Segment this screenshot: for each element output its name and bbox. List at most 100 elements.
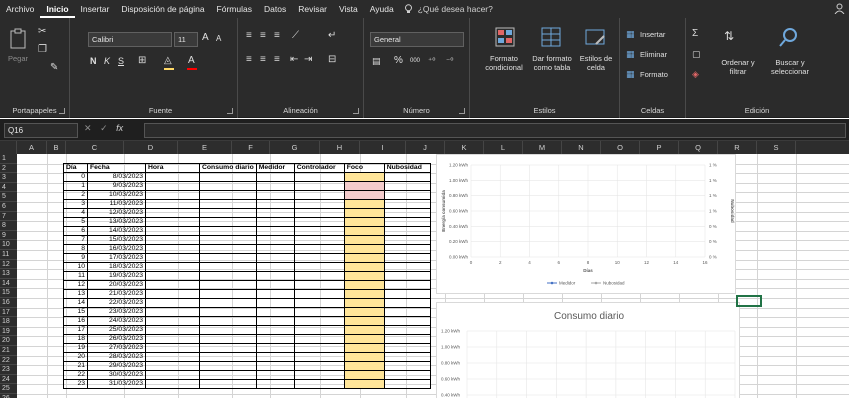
cell-dia[interactable]: 18 <box>63 334 88 344</box>
table-cell[interactable] <box>293 280 345 290</box>
cell-area[interactable]: Día Fecha Hora Consumo diario Medidor Co… <box>17 154 849 398</box>
format-as-table-icon[interactable] <box>540 26 562 48</box>
table-cell[interactable] <box>145 325 200 335</box>
table-cell[interactable] <box>293 298 345 308</box>
table-cell[interactable] <box>293 325 345 335</box>
cell-foco[interactable] <box>343 226 385 236</box>
table-cell[interactable] <box>145 307 200 317</box>
grow-font-button[interactable]: A <box>202 32 209 43</box>
cell-dia[interactable]: 6 <box>63 226 88 236</box>
format-cells-icon[interactable]: ▦ <box>626 68 635 80</box>
table-cell[interactable] <box>293 352 345 362</box>
table-cell[interactable] <box>145 334 200 344</box>
align-right-icon[interactable]: ≡ <box>274 54 280 66</box>
cell-fecha[interactable]: 25/03/2023 <box>87 325 146 335</box>
table-cell[interactable] <box>383 316 431 326</box>
table-cell[interactable] <box>199 361 257 371</box>
align-center-icon[interactable]: ≡ <box>260 54 266 66</box>
cell-foco[interactable] <box>343 199 385 209</box>
table-cell[interactable] <box>255 208 295 218</box>
clear-icon[interactable]: ◈ <box>692 68 699 80</box>
table-cell[interactable] <box>383 334 431 344</box>
table-cell[interactable] <box>145 289 200 299</box>
column-header-f[interactable]: F <box>232 141 270 154</box>
cell-dia[interactable]: 11 <box>63 271 88 281</box>
accounting-format-icon[interactable]: ▤ <box>372 55 381 67</box>
cell-dia[interactable]: 8 <box>63 244 88 254</box>
merge-center-icon[interactable]: ⊟ <box>328 54 336 66</box>
table-cell[interactable] <box>383 343 431 353</box>
table-cell[interactable] <box>293 361 345 371</box>
tab-inicio[interactable]: Inicio <box>40 0 75 18</box>
cell-foco[interactable] <box>343 190 385 200</box>
tab-vista[interactable]: Vista <box>333 0 364 18</box>
orientation-icon[interactable]: ⟋ <box>292 30 299 42</box>
column-header-o[interactable]: O <box>601 141 640 154</box>
column-header-k[interactable]: K <box>445 141 484 154</box>
copy-icon[interactable]: ❐ <box>38 44 47 56</box>
table-cell[interactable] <box>145 271 200 281</box>
cell-dia[interactable]: 9 <box>63 253 88 263</box>
table-cell[interactable] <box>383 271 431 281</box>
table-cell[interactable] <box>383 379 431 389</box>
shrink-font-button[interactable]: A <box>216 34 221 43</box>
cell-dia[interactable]: 15 <box>63 307 88 317</box>
table-cell[interactable] <box>255 343 295 353</box>
increase-decimal-icon[interactable]: ⁺⁰ <box>428 55 435 67</box>
font-size-select[interactable]: 11 <box>174 32 198 47</box>
cell-dia[interactable]: 5 <box>63 217 88 227</box>
table-cell[interactable] <box>199 280 257 290</box>
table-cell[interactable] <box>383 181 431 191</box>
bold-button[interactable]: N <box>90 56 97 66</box>
format-painter-icon[interactable]: ✎ <box>50 62 58 74</box>
table-cell[interactable] <box>145 235 200 245</box>
header-controlador[interactable]: Controlador <box>293 163 345 173</box>
cell-foco[interactable] <box>343 262 385 272</box>
cell-dia[interactable]: 0 <box>63 172 88 182</box>
cell-foco[interactable] <box>343 379 385 389</box>
table-cell[interactable] <box>383 325 431 335</box>
cell-styles-icon[interactable] <box>584 26 606 48</box>
cell-styles-button[interactable]: Estilos de celda <box>576 54 616 72</box>
find-select-button[interactable]: Buscar y seleccionar <box>764 58 816 76</box>
sort-filter-icon[interactable]: ⇅ <box>724 30 734 42</box>
table-cell[interactable] <box>255 280 295 290</box>
table-cell[interactable] <box>255 235 295 245</box>
format-cells-button[interactable]: Formato <box>640 70 668 79</box>
table-cell[interactable] <box>383 262 431 272</box>
paste-icon[interactable] <box>8 28 30 50</box>
cell-foco[interactable] <box>343 307 385 317</box>
row-header-9[interactable]: 9 <box>0 230 17 241</box>
cell-fecha[interactable]: 24/03/2023 <box>87 316 146 326</box>
selected-cell[interactable] <box>736 295 762 307</box>
table-cell[interactable] <box>383 208 431 218</box>
table-cell[interactable] <box>199 316 257 326</box>
header-nubosidad[interactable]: Nubosidad <box>383 163 431 173</box>
table-cell[interactable] <box>199 172 257 182</box>
cell-foco[interactable] <box>343 289 385 299</box>
fill-icon[interactable]: ▢ <box>692 48 701 60</box>
table-cell[interactable] <box>293 334 345 344</box>
cell-dia[interactable]: 3 <box>63 199 88 209</box>
cell-fecha[interactable]: 16/03/2023 <box>87 244 146 254</box>
table-cell[interactable] <box>255 379 295 389</box>
cell-foco[interactable] <box>343 217 385 227</box>
row-header-22[interactable]: 22 <box>0 355 17 366</box>
cell-fecha[interactable]: 10/03/2023 <box>87 190 146 200</box>
cell-foco[interactable] <box>343 181 385 191</box>
column-header-p[interactable]: P <box>640 141 679 154</box>
row-header-26[interactable]: 26 <box>0 394 17 398</box>
table-cell[interactable] <box>255 325 295 335</box>
column-header-q[interactable]: Q <box>679 141 718 154</box>
cell-dia[interactable]: 10 <box>63 262 88 272</box>
cell-dia[interactable]: 22 <box>63 370 88 380</box>
table-cell[interactable] <box>199 244 257 254</box>
table-cell[interactable] <box>199 334 257 344</box>
borders-icon[interactable]: ⊞ <box>138 55 146 67</box>
decrease-decimal-icon[interactable]: ⁻⁰ <box>446 55 453 67</box>
table-cell[interactable] <box>293 343 345 353</box>
italic-button[interactable]: K <box>104 56 110 66</box>
tab-revisar[interactable]: Revisar <box>292 0 333 18</box>
cell-fecha[interactable]: 23/03/2023 <box>87 307 146 317</box>
tab-formulas[interactable]: Fórmulas <box>211 0 258 18</box>
